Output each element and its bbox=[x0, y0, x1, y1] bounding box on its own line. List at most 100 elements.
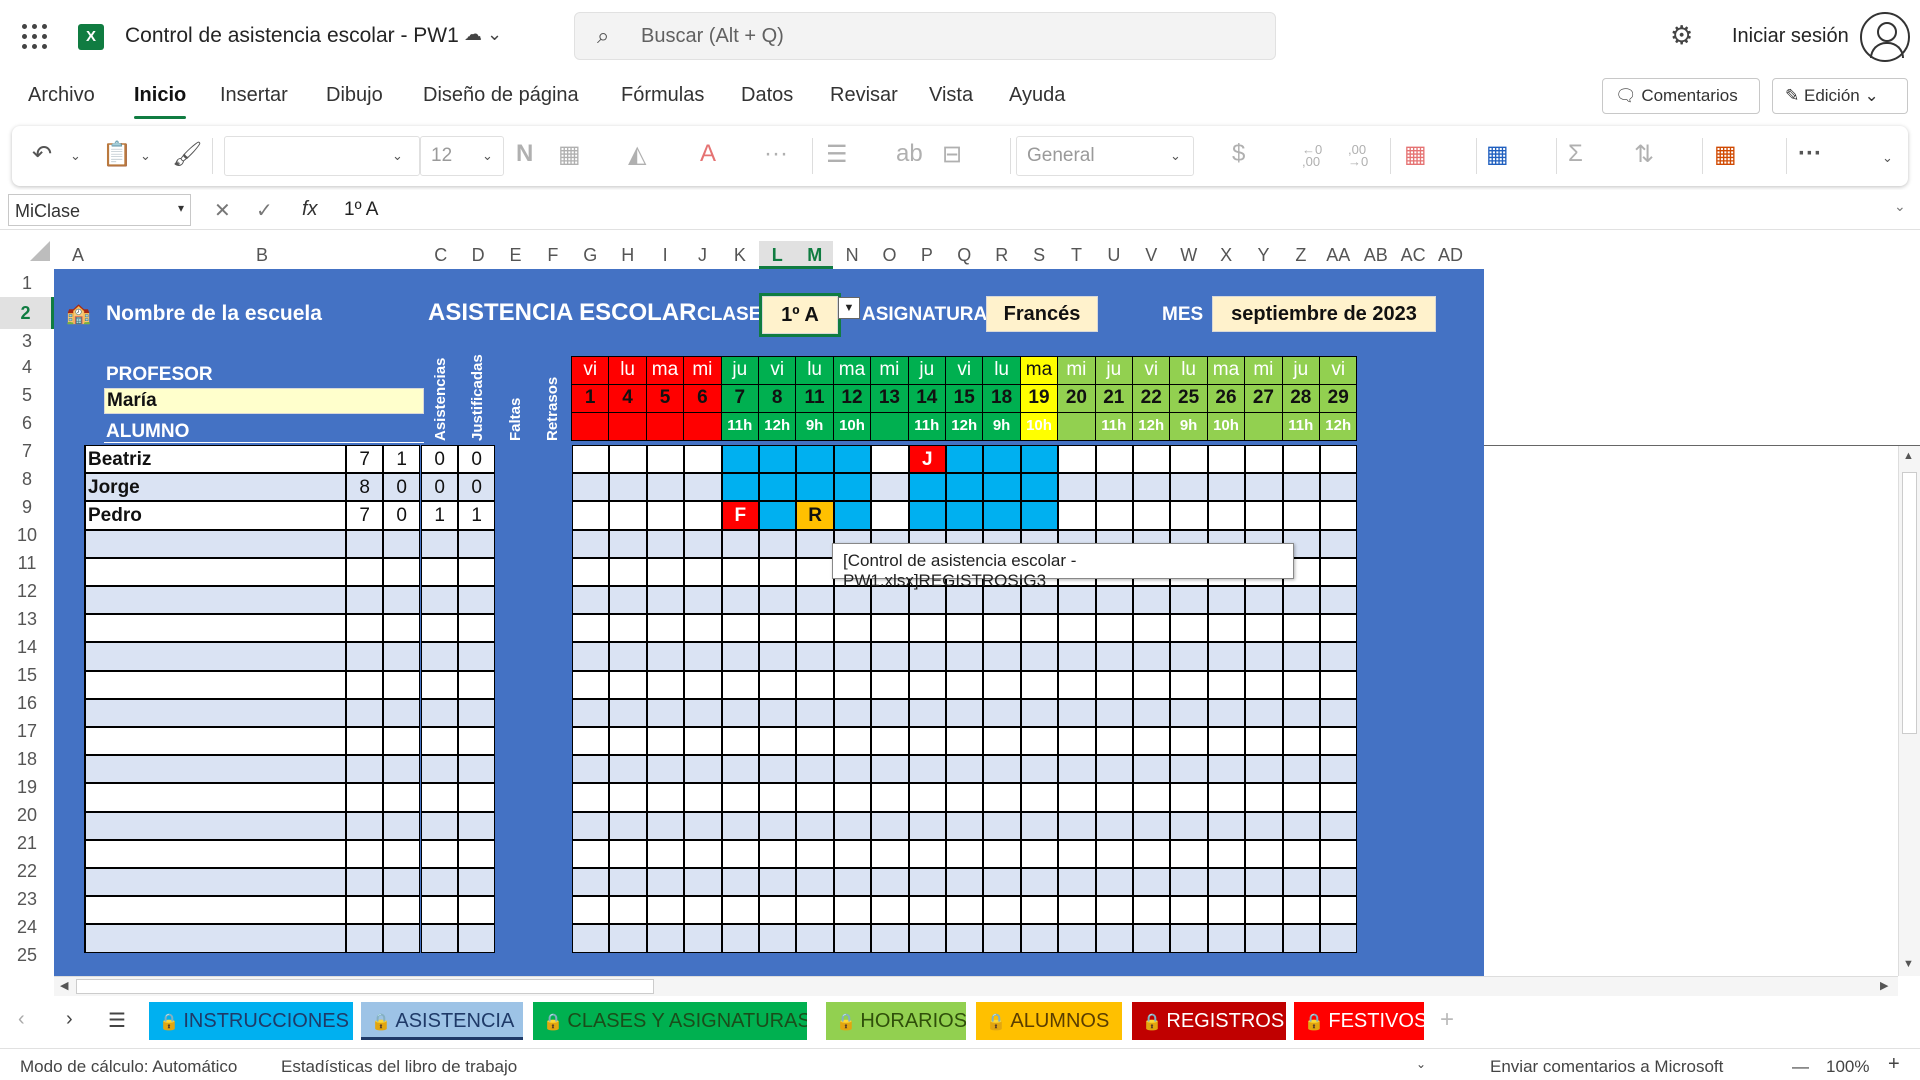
attendance-cell[interactable] bbox=[721, 783, 759, 812]
stat-cell[interactable] bbox=[458, 642, 496, 671]
day-of-week-header[interactable]: lu bbox=[608, 356, 647, 385]
scroll-up-icon[interactable]: ▲ bbox=[1903, 450, 1914, 462]
document-title[interactable]: Control de asistencia escolar - PW1 bbox=[125, 24, 459, 48]
day-number-header[interactable]: 25 bbox=[1169, 384, 1208, 413]
attendance-cell[interactable] bbox=[1245, 727, 1283, 756]
teacher-cell[interactable]: María bbox=[104, 388, 424, 414]
formula-input[interactable]: 1º A bbox=[344, 199, 378, 221]
hour-header[interactable]: 9h bbox=[1169, 412, 1208, 441]
attendance-cell[interactable] bbox=[796, 811, 834, 840]
attendance-cell[interactable] bbox=[609, 586, 647, 615]
attendance-cell[interactable] bbox=[1058, 783, 1096, 812]
attendance-cell[interactable] bbox=[646, 445, 685, 474]
attendance-cell[interactable] bbox=[721, 811, 759, 840]
column-header-k[interactable]: K bbox=[721, 241, 758, 269]
attendance-cell[interactable] bbox=[871, 868, 909, 897]
stat-cell[interactable] bbox=[346, 755, 384, 784]
stat-cell[interactable] bbox=[458, 586, 496, 615]
attendance-cell[interactable] bbox=[572, 473, 610, 502]
all-sheets-menu-icon[interactable]: ☰ bbox=[108, 1008, 126, 1033]
attendance-cell[interactable] bbox=[946, 445, 984, 474]
stat-cell[interactable]: 0 bbox=[421, 473, 459, 502]
stat-cell[interactable] bbox=[458, 868, 496, 897]
attendance-cell[interactable] bbox=[908, 501, 946, 530]
attendance-cell[interactable] bbox=[1058, 445, 1096, 474]
attendance-cell[interactable] bbox=[796, 642, 834, 671]
format-painter-icon[interactable]: 🖌 bbox=[172, 140, 202, 169]
attendance-cell[interactable] bbox=[833, 811, 872, 840]
row-header-3[interactable]: 3 bbox=[0, 329, 54, 353]
scroll-left-icon[interactable]: ◀ bbox=[60, 979, 68, 992]
zoom-level[interactable]: 100% bbox=[1826, 1057, 1869, 1077]
attendance-cell[interactable] bbox=[946, 868, 984, 897]
day-of-week-header[interactable]: ju bbox=[1281, 356, 1320, 385]
day-of-week-header[interactable]: ju bbox=[1094, 356, 1133, 385]
scroll-right-icon[interactable]: ▶ bbox=[1880, 979, 1888, 992]
editing-mode-button[interactable]: ✎ Edición ⌄ bbox=[1772, 78, 1908, 114]
attendance-cell[interactable] bbox=[1320, 755, 1358, 784]
day-of-week-header[interactable]: ma bbox=[1206, 356, 1246, 385]
attendance-cell[interactable] bbox=[759, 924, 797, 953]
attendance-cell[interactable] bbox=[572, 557, 610, 586]
attendance-cell[interactable] bbox=[908, 924, 946, 953]
attendance-cell[interactable] bbox=[1133, 727, 1171, 756]
attendance-cell[interactable] bbox=[983, 839, 1021, 868]
attendance-cell[interactable] bbox=[609, 755, 647, 784]
attendance-cell[interactable] bbox=[572, 811, 610, 840]
attendance-cell[interactable] bbox=[908, 755, 946, 784]
column-header-w[interactable]: W bbox=[1170, 241, 1207, 269]
attendance-cell[interactable] bbox=[796, 783, 834, 812]
day-number-header[interactable]: 13 bbox=[870, 384, 909, 413]
attendance-cell[interactable] bbox=[1282, 698, 1320, 727]
stat-cell[interactable] bbox=[346, 529, 384, 558]
attendance-cell[interactable] bbox=[684, 445, 722, 474]
attendance-cell[interactable] bbox=[1095, 811, 1133, 840]
student-name-cell[interactable] bbox=[84, 727, 346, 756]
row-header-16[interactable]: 16 bbox=[0, 689, 54, 717]
attendance-cell[interactable] bbox=[609, 783, 647, 812]
attendance-cell[interactable] bbox=[684, 727, 722, 756]
stat-cell[interactable] bbox=[421, 529, 459, 558]
feedback-link[interactable]: Enviar comentarios a Microsoft bbox=[1490, 1057, 1723, 1077]
attendance-cell[interactable] bbox=[908, 783, 946, 812]
attendance-cell[interactable] bbox=[609, 924, 647, 953]
attendance-cell[interactable] bbox=[1207, 501, 1246, 530]
attendance-cell[interactable] bbox=[759, 614, 797, 643]
column-header-x[interactable]: X bbox=[1207, 241, 1244, 269]
zoom-in-icon[interactable]: + bbox=[1888, 1053, 1900, 1076]
attendance-cell[interactable] bbox=[1245, 839, 1283, 868]
attendance-cell[interactable] bbox=[1245, 614, 1283, 643]
attendance-cell[interactable] bbox=[1133, 670, 1171, 699]
attendance-cell[interactable] bbox=[1282, 445, 1320, 474]
attendance-cell[interactable] bbox=[1095, 755, 1133, 784]
attendance-cell[interactable] bbox=[1320, 529, 1358, 558]
attendance-cell[interactable] bbox=[1170, 839, 1208, 868]
hour-header[interactable]: 9h bbox=[982, 412, 1021, 441]
attendance-cell[interactable] bbox=[684, 783, 722, 812]
column-header-h[interactable]: H bbox=[609, 241, 646, 269]
attendance-cell[interactable] bbox=[908, 868, 946, 897]
attendance-cell[interactable] bbox=[946, 642, 984, 671]
app-launcher-icon[interactable] bbox=[22, 24, 48, 50]
align-icon[interactable]: ☰ bbox=[826, 140, 848, 169]
attendance-cell[interactable] bbox=[721, 924, 759, 953]
attendance-cell[interactable] bbox=[871, 698, 909, 727]
attendance-cell[interactable] bbox=[721, 698, 759, 727]
hour-header[interactable]: 12h bbox=[944, 412, 984, 441]
hour-header[interactable]: 11h bbox=[1281, 412, 1320, 441]
attendance-cell[interactable] bbox=[1133, 586, 1171, 615]
sort-filter-icon[interactable]: ⇅ bbox=[1634, 140, 1654, 169]
attendance-cell[interactable] bbox=[833, 727, 872, 756]
stat-cell[interactable] bbox=[383, 868, 421, 897]
attendance-cell[interactable] bbox=[684, 557, 722, 586]
attendance-cell[interactable] bbox=[609, 811, 647, 840]
attendance-cell[interactable] bbox=[1320, 896, 1358, 925]
attendance-cell[interactable] bbox=[796, 698, 834, 727]
attendance-cell[interactable] bbox=[1133, 839, 1171, 868]
attendance-cell[interactable] bbox=[572, 896, 610, 925]
attendance-cell[interactable] bbox=[983, 896, 1021, 925]
student-name-cell[interactable] bbox=[84, 698, 346, 727]
hour-header[interactable]: 10h bbox=[1206, 412, 1246, 441]
attendance-cell[interactable] bbox=[646, 896, 685, 925]
attendance-cell[interactable] bbox=[1095, 924, 1133, 953]
